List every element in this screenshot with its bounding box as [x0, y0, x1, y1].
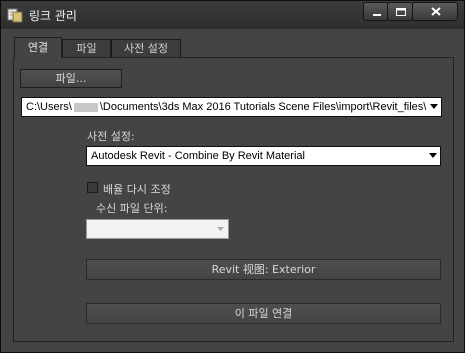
tab-presets[interactable]: 사전 설정: [111, 39, 181, 57]
rescale-checkbox[interactable]: [87, 182, 98, 193]
file-path-text: C:\Users\ \Documents\3ds Max 2016 Tutoria…: [26, 101, 426, 113]
link-manager-icon: [7, 7, 23, 23]
file-button[interactable]: 파일...: [20, 69, 122, 88]
attach-file-button[interactable]: 이 파일 연결: [86, 303, 441, 324]
preset-select[interactable]: Autodesk Revit - Combine By Revit Materi…: [86, 146, 441, 166]
file-path-combo[interactable]: C:\Users\ \Documents\3ds Max 2016 Tutoria…: [21, 97, 442, 117]
close-button[interactable]: [412, 2, 458, 21]
path-prefix: C:\Users\: [26, 101, 72, 113]
link-manager-window: 링크 관리 연결 파일 사전 설정 파일... C:\Users\ \Docume…: [0, 0, 465, 353]
preset-value: Autodesk Revit - Combine By Revit Materi…: [91, 150, 305, 162]
minimize-button[interactable]: [363, 2, 389, 21]
chevron-down-icon: [429, 153, 437, 158]
redacted-username: [73, 102, 98, 112]
window-title: 링크 관리: [29, 9, 77, 23]
chevron-down-icon: [217, 227, 224, 231]
revit-view-button[interactable]: Revit 视图: Exterior: [86, 259, 441, 280]
rescale-label: 배율 다시 조정: [103, 183, 171, 196]
preset-label: 사전 설정:: [87, 130, 135, 143]
maximize-icon: [396, 8, 406, 16]
units-select[interactable]: [86, 219, 229, 239]
maximize-button[interactable]: [387, 2, 413, 21]
tab-attach[interactable]: 연결: [14, 37, 62, 58]
units-label: 수신 파일 단위:: [96, 202, 168, 215]
path-suffix: \Documents\3ds Max 2016 Tutorials Scene …: [99, 101, 427, 113]
tab-files[interactable]: 파일: [62, 39, 111, 57]
chevron-down-icon: [430, 104, 438, 109]
close-icon: [431, 7, 441, 16]
title-bar[interactable]: 링크 관리: [1, 1, 464, 29]
